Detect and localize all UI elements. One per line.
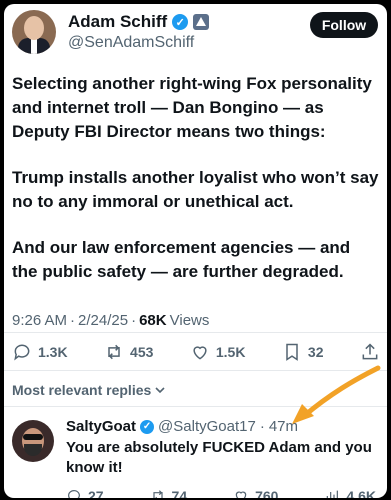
tweet-paragraph: Trump installs another loyalist who won’…: [12, 168, 379, 211]
government-badge-icon: [193, 14, 210, 30]
tweet-text: Selecting another right-wing Fox persona…: [12, 72, 380, 306]
reply-button[interactable]: 1.3K: [12, 342, 68, 362]
tweet-meta: 9:26 AM · 2/24/25 · 68K Views: [12, 312, 210, 329]
tweet-date[interactable]: 2/24/25: [78, 312, 128, 329]
annotation-arrow: [292, 365, 381, 424]
author-name-row: Adam Schiff ✓: [68, 12, 210, 32]
bookmark-button[interactable]: 32: [282, 342, 324, 362]
reply-repost-button[interactable]: 74: [150, 488, 188, 498]
tweet-paragraph: Selecting another right-wing Fox persona…: [12, 74, 372, 141]
like-icon: [235, 491, 247, 498]
author-name[interactable]: Adam Schiff: [68, 12, 167, 32]
reply-reply-button[interactable]: 27: [66, 488, 104, 498]
repost-icon: [152, 490, 163, 498]
follow-button[interactable]: Follow: [310, 12, 378, 38]
reply-like-button[interactable]: 760: [233, 488, 278, 498]
verified-badge-icon: ✓: [172, 14, 189, 30]
like-icon: [193, 346, 207, 360]
author-avatar[interactable]: [12, 10, 56, 54]
reply-icon: [68, 490, 80, 498]
reply-author-avatar[interactable]: [12, 420, 54, 462]
tweet-card: Adam Schiff ✓ @SenAdamSchiff Follow Sele…: [4, 4, 387, 498]
tweet-header: Adam Schiff ✓ @SenAdamSchiff Follow: [12, 10, 382, 54]
verified-badge-icon: ✓: [140, 419, 155, 434]
tweet-actions: 1.3K 453 1.5K 32: [12, 340, 380, 364]
reply-sort-dropdown[interactable]: Most relevant replies: [12, 382, 166, 398]
bookmark-count: 32: [307, 344, 324, 360]
divider: [4, 332, 387, 333]
chevron-down-icon: [155, 387, 165, 394]
reply-reply-count: 27: [88, 488, 104, 498]
like-count: 1.5K: [215, 344, 246, 360]
views-count: 68K: [139, 312, 167, 329]
repost-button[interactable]: 453: [104, 342, 153, 362]
share-icon: [362, 343, 378, 360]
views-label: Views: [169, 312, 210, 329]
reply-repost-count: 74: [171, 488, 188, 498]
bookmark-icon: [286, 343, 298, 361]
reply-sort-label: Most relevant replies: [12, 382, 152, 398]
reply-author-name[interactable]: SaltyGoat: [66, 418, 136, 435]
reply-icon: [14, 344, 30, 361]
reply-views-button[interactable]: 4.6K: [324, 488, 376, 498]
reply-actions: 27 74 760 4.6K: [66, 488, 376, 498]
reply-author-row: SaltyGoat ✓ @SaltyGoat17 · 47m: [66, 418, 298, 435]
tweet-paragraph: And our law enforcement agencies — and t…: [12, 238, 351, 281]
repost-icon: [108, 344, 120, 360]
like-button[interactable]: 1.5K: [190, 342, 246, 362]
reply-like-count: 760: [255, 488, 279, 498]
repost-count: 453: [130, 344, 154, 360]
share-button[interactable]: [360, 342, 380, 362]
reply-text: You are absolutely FUCKED Adam and you k…: [66, 439, 372, 476]
reply-author-handle[interactable]: @SaltyGoat17: [158, 418, 256, 435]
reply-count: 1.3K: [38, 344, 68, 360]
views-icon: [327, 490, 339, 498]
reply-views-count: 4.6K: [346, 488, 376, 498]
author-handle[interactable]: @SenAdamSchiff: [68, 34, 194, 52]
tweet-time[interactable]: 9:26 AM: [12, 312, 67, 329]
